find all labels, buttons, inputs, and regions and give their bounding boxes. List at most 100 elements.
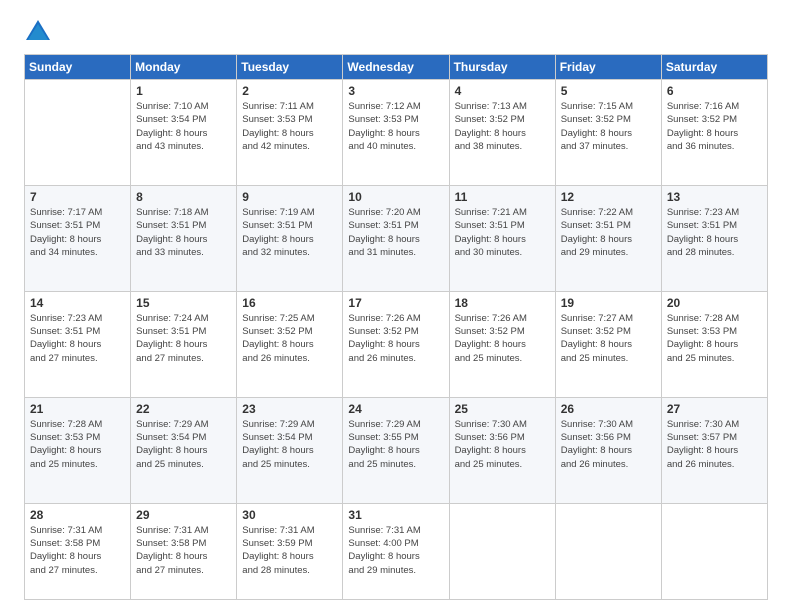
- day-number: 26: [561, 402, 656, 416]
- calendar-cell: 21Sunrise: 7:28 AM Sunset: 3:53 PM Dayli…: [25, 397, 131, 503]
- day-number: 20: [667, 296, 762, 310]
- calendar-cell: 19 Sunrise: 7:27 AM Sunset: 3:52 PM Dayli…: [555, 291, 661, 397]
- day-number: 8: [136, 190, 231, 204]
- day-number: 3: [348, 84, 443, 98]
- day-info: Sunrise: 7:25 AM Sunset: 3:52 PM Dayligh…: [242, 312, 337, 365]
- calendar-cell: [555, 503, 661, 599]
- day-info: Sunrise: 7:23 AM Sunset: 3:51 PM Dayligh…: [667, 206, 762, 259]
- week-row-2: 7 Sunrise: 7:17 AM Sunset: 3:51 PM Daylig…: [25, 185, 768, 291]
- day-info: Sunrise: 7:31 AM Sunset: 3:58 PM Dayligh…: [30, 524, 125, 577]
- day-number: 17: [348, 296, 443, 310]
- day-info: Sunrise: 7:28 AM Sunset: 3:53 PM Dayligh…: [30, 418, 125, 471]
- day-info: Sunrise: 7:31 AM Sunset: 3:58 PM Dayligh…: [136, 524, 231, 577]
- day-number: 7: [30, 190, 125, 204]
- weekday-header-row: SundayMondayTuesdayWednesdayThursdayFrid…: [25, 55, 768, 80]
- day-number: 14: [30, 296, 125, 310]
- day-info: Sunrise: 7:21 AM Sunset: 3:51 PM Dayligh…: [455, 206, 550, 259]
- day-number: 10: [348, 190, 443, 204]
- weekday-header-wednesday: Wednesday: [343, 55, 449, 80]
- calendar-cell: 11 Sunrise: 7:21 AM Sunset: 3:51 PM Dayli…: [449, 185, 555, 291]
- day-info: Sunrise: 7:17 AM Sunset: 3:51 PM Dayligh…: [30, 206, 125, 259]
- day-number: 18: [455, 296, 550, 310]
- calendar-cell: 8 Sunrise: 7:18 AM Sunset: 3:51 PM Daylig…: [131, 185, 237, 291]
- day-info: Sunrise: 7:26 AM Sunset: 3:52 PM Dayligh…: [348, 312, 443, 365]
- day-number: 25: [455, 402, 550, 416]
- day-number: 2: [242, 84, 337, 98]
- calendar-cell: 25Sunrise: 7:30 AM Sunset: 3:56 PM Dayli…: [449, 397, 555, 503]
- day-number: 11: [455, 190, 550, 204]
- calendar-cell: 27 Sunrise: 7:30 AM Sunset: 3:57 PM Dayli…: [661, 397, 767, 503]
- day-number: 15: [136, 296, 231, 310]
- weekday-header-thursday: Thursday: [449, 55, 555, 80]
- day-info: Sunrise: 7:27 AM Sunset: 3:52 PM Dayligh…: [561, 312, 656, 365]
- day-number: 4: [455, 84, 550, 98]
- calendar-cell: 15Sunrise: 7:24 AM Sunset: 3:51 PM Dayli…: [131, 291, 237, 397]
- calendar-cell: 24 Sunrise: 7:29 AM Sunset: 3:55 PM Dayli…: [343, 397, 449, 503]
- calendar-cell: 28 Sunrise: 7:31 AM Sunset: 3:58 PM Dayli…: [25, 503, 131, 599]
- weekday-header-saturday: Saturday: [661, 55, 767, 80]
- week-row-1: 1 Sunrise: 7:10 AM Sunset: 3:54 PM Daylig…: [25, 80, 768, 186]
- day-info: Sunrise: 7:31 AM Sunset: 3:59 PM Dayligh…: [242, 524, 337, 577]
- day-number: 28: [30, 508, 125, 522]
- calendar-cell: 18 Sunrise: 7:26 AM Sunset: 3:52 PM Dayli…: [449, 291, 555, 397]
- day-number: 16: [242, 296, 337, 310]
- calendar-cell: 13 Sunrise: 7:23 AM Sunset: 3:51 PM Dayli…: [661, 185, 767, 291]
- day-info: Sunrise: 7:29 AM Sunset: 3:55 PM Dayligh…: [348, 418, 443, 471]
- calendar-cell: 17 Sunrise: 7:26 AM Sunset: 3:52 PM Dayli…: [343, 291, 449, 397]
- day-info: Sunrise: 7:29 AM Sunset: 3:54 PM Dayligh…: [136, 418, 231, 471]
- calendar-cell: [661, 503, 767, 599]
- week-row-4: 21Sunrise: 7:28 AM Sunset: 3:53 PM Dayli…: [25, 397, 768, 503]
- day-number: 29: [136, 508, 231, 522]
- day-info: Sunrise: 7:30 AM Sunset: 3:56 PM Dayligh…: [561, 418, 656, 471]
- day-number: 9: [242, 190, 337, 204]
- day-number: 19: [561, 296, 656, 310]
- day-info: Sunrise: 7:12 AM Sunset: 3:53 PM Dayligh…: [348, 100, 443, 153]
- day-info: Sunrise: 7:18 AM Sunset: 3:51 PM Dayligh…: [136, 206, 231, 259]
- day-number: 5: [561, 84, 656, 98]
- day-info: Sunrise: 7:29 AM Sunset: 3:54 PM Dayligh…: [242, 418, 337, 471]
- calendar-cell: [25, 80, 131, 186]
- day-info: Sunrise: 7:30 AM Sunset: 3:57 PM Dayligh…: [667, 418, 762, 471]
- calendar-cell: 22 Sunrise: 7:29 AM Sunset: 3:54 PM Dayli…: [131, 397, 237, 503]
- calendar-table: SundayMondayTuesdayWednesdayThursdayFrid…: [24, 54, 768, 600]
- calendar-cell: 20 Sunrise: 7:28 AM Sunset: 3:53 PM Dayli…: [661, 291, 767, 397]
- day-number: 22: [136, 402, 231, 416]
- calendar-cell: 23Sunrise: 7:29 AM Sunset: 3:54 PM Dayli…: [237, 397, 343, 503]
- day-number: 12: [561, 190, 656, 204]
- calendar-cell: 3 Sunrise: 7:12 AM Sunset: 3:53 PM Daylig…: [343, 80, 449, 186]
- weekday-header-friday: Friday: [555, 55, 661, 80]
- calendar-cell: 7 Sunrise: 7:17 AM Sunset: 3:51 PM Daylig…: [25, 185, 131, 291]
- week-row-3: 14Sunrise: 7:23 AM Sunset: 3:51 PM Dayli…: [25, 291, 768, 397]
- calendar-cell: 26 Sunrise: 7:30 AM Sunset: 3:56 PM Dayli…: [555, 397, 661, 503]
- day-number: 27: [667, 402, 762, 416]
- day-info: Sunrise: 7:16 AM Sunset: 3:52 PM Dayligh…: [667, 100, 762, 153]
- weekday-header-sunday: Sunday: [25, 55, 131, 80]
- day-number: 31: [348, 508, 443, 522]
- day-info: Sunrise: 7:10 AM Sunset: 3:54 PM Dayligh…: [136, 100, 231, 153]
- calendar-cell: 9 Sunrise: 7:19 AM Sunset: 3:51 PM Daylig…: [237, 185, 343, 291]
- day-info: Sunrise: 7:22 AM Sunset: 3:51 PM Dayligh…: [561, 206, 656, 259]
- day-info: Sunrise: 7:11 AM Sunset: 3:53 PM Dayligh…: [242, 100, 337, 153]
- day-info: Sunrise: 7:28 AM Sunset: 3:53 PM Dayligh…: [667, 312, 762, 365]
- calendar-cell: 4Sunrise: 7:13 AM Sunset: 3:52 PM Daylig…: [449, 80, 555, 186]
- day-number: 30: [242, 508, 337, 522]
- day-info: Sunrise: 7:26 AM Sunset: 3:52 PM Dayligh…: [455, 312, 550, 365]
- calendar-cell: 16 Sunrise: 7:25 AM Sunset: 3:52 PM Dayli…: [237, 291, 343, 397]
- calendar-cell: 31Sunrise: 7:31 AM Sunset: 4:00 PM Dayli…: [343, 503, 449, 599]
- day-number: 6: [667, 84, 762, 98]
- day-info: Sunrise: 7:19 AM Sunset: 3:51 PM Dayligh…: [242, 206, 337, 259]
- calendar-cell: 30 Sunrise: 7:31 AM Sunset: 3:59 PM Dayli…: [237, 503, 343, 599]
- logo: [24, 18, 56, 46]
- weekday-header-monday: Monday: [131, 55, 237, 80]
- calendar-cell: 1 Sunrise: 7:10 AM Sunset: 3:54 PM Daylig…: [131, 80, 237, 186]
- day-number: 24: [348, 402, 443, 416]
- day-number: 13: [667, 190, 762, 204]
- week-row-5: 28 Sunrise: 7:31 AM Sunset: 3:58 PM Dayli…: [25, 503, 768, 599]
- calendar-cell: 6 Sunrise: 7:16 AM Sunset: 3:52 PM Daylig…: [661, 80, 767, 186]
- header: [24, 18, 768, 46]
- weekday-header-tuesday: Tuesday: [237, 55, 343, 80]
- logo-icon: [24, 18, 52, 46]
- calendar-cell: 29 Sunrise: 7:31 AM Sunset: 3:58 PM Dayli…: [131, 503, 237, 599]
- calendar-cell: 12 Sunrise: 7:22 AM Sunset: 3:51 PM Dayli…: [555, 185, 661, 291]
- day-number: 1: [136, 84, 231, 98]
